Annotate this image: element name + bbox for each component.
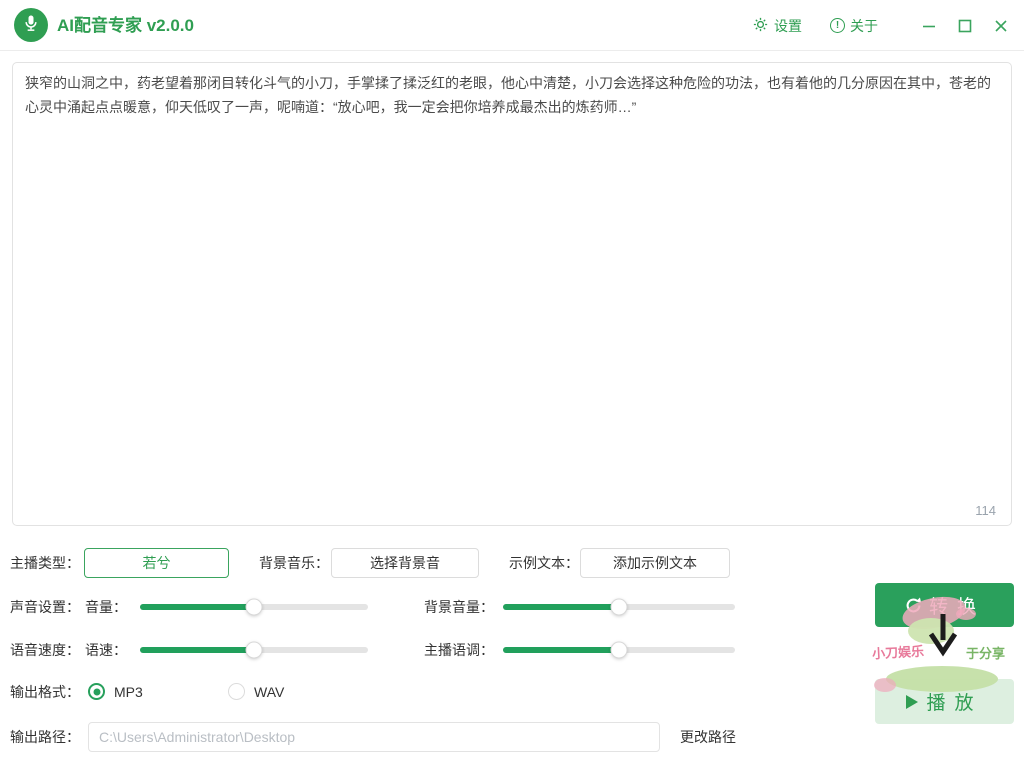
- sample-text-label: 示例文本：: [509, 548, 579, 578]
- close-button[interactable]: [988, 13, 1014, 39]
- about-button[interactable]: ! 关于: [830, 16, 878, 36]
- speed-slider-fill: [140, 647, 254, 653]
- bg-volume-slider-fill: [503, 604, 619, 610]
- anchor-select-button[interactable]: 若兮: [84, 548, 229, 578]
- tone-slider[interactable]: [503, 647, 735, 653]
- output-path-label: 输出路径：: [10, 722, 80, 752]
- play-button-label: 播放: [920, 688, 982, 715]
- bgm-select-button[interactable]: 选择背景音: [331, 548, 479, 578]
- bgm-label: 背景音乐：: [259, 548, 329, 578]
- radio-wav[interactable]: [228, 683, 245, 700]
- convert-icon: [904, 596, 923, 615]
- convert-button-label: 转换: [923, 592, 985, 619]
- volume-slider[interactable]: [140, 604, 368, 610]
- radio-mp3[interactable]: [88, 683, 105, 700]
- radio-mp3-label[interactable]: MP3: [114, 677, 143, 707]
- speech-speed-label: 语音速度：: [10, 635, 80, 665]
- tone-slider-fill: [503, 647, 619, 653]
- app-title: AI配音专家 v2.0.0: [57, 0, 194, 51]
- radio-wav-label[interactable]: WAV: [254, 677, 284, 707]
- bg-volume-slider-handle[interactable]: [611, 599, 628, 616]
- output-format-label: 输出格式：: [10, 677, 80, 707]
- convert-button[interactable]: 转换: [875, 583, 1014, 627]
- app-window: AI配音专家 v2.0.0 设置 ! 关于: [0, 0, 1024, 768]
- change-path-button[interactable]: 更改路径: [680, 722, 736, 752]
- volume-label: 音量：: [85, 592, 127, 622]
- microphone-icon: [21, 13, 41, 38]
- text-editor-container: 狭窄的山洞之中，药老望着那闭目转化斗气的小刀，手掌揉了揉泛红的老眼，他心中清楚，…: [12, 62, 1012, 526]
- maximize-button[interactable]: [952, 13, 978, 39]
- app-logo: [14, 8, 48, 42]
- watermark-text-right: 于分享: [966, 643, 1005, 662]
- minimize-button[interactable]: [916, 13, 942, 39]
- volume-slider-handle[interactable]: [246, 599, 263, 616]
- settings-label: 设置: [774, 16, 802, 36]
- script-text-input[interactable]: 狭窄的山洞之中，药老望着那闭目转化斗气的小刀，手掌揉了揉泛红的老眼，他心中清楚，…: [12, 62, 1012, 526]
- speed-slider-handle[interactable]: [246, 642, 263, 659]
- bg-volume-slider[interactable]: [503, 604, 735, 610]
- info-icon: !: [830, 18, 845, 33]
- tone-label: 主播语调：: [424, 635, 494, 665]
- settings-button[interactable]: 设置: [752, 16, 802, 36]
- add-sample-text-button[interactable]: 添加示例文本: [580, 548, 730, 578]
- watermark-text-left: 小刀娱乐: [872, 641, 925, 663]
- speed-slider[interactable]: [140, 647, 368, 653]
- output-path-input[interactable]: [88, 722, 660, 752]
- play-icon: [906, 695, 918, 709]
- bg-volume-label: 背景音量：: [424, 592, 494, 622]
- anchor-type-label: 主播类型：: [10, 548, 80, 578]
- volume-slider-fill: [140, 604, 254, 610]
- title-bar: AI配音专家 v2.0.0 设置 ! 关于: [0, 0, 1024, 51]
- play-button[interactable]: 播放: [875, 679, 1014, 724]
- sound-settings-label: 声音设置：: [10, 592, 80, 622]
- tone-slider-handle[interactable]: [611, 642, 628, 659]
- char-count: 114: [975, 503, 996, 518]
- gear-icon: [752, 16, 769, 36]
- about-label: 关于: [850, 16, 878, 36]
- speed-label: 语速：: [85, 635, 127, 665]
